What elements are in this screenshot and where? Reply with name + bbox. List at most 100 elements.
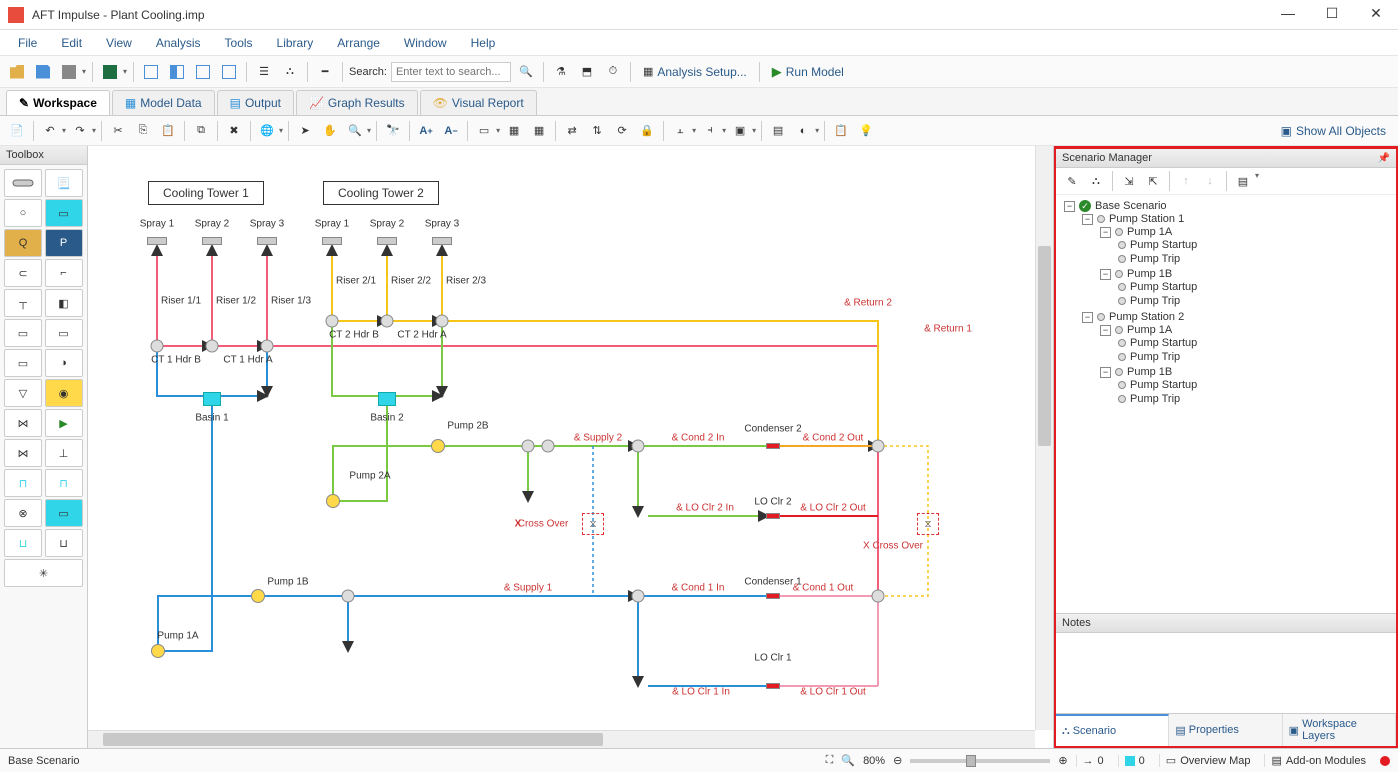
menu-help[interactable]: Help (461, 33, 506, 53)
node-ct2-hdra[interactable] (436, 315, 449, 328)
fit-icon[interactable]: ⛶ (826, 754, 834, 767)
node-basin-2[interactable] (378, 392, 396, 406)
search-input[interactable] (391, 62, 511, 82)
horizontal-scrollbar[interactable] (88, 730, 1035, 748)
zoom-dropdown[interactable]: ▾ (367, 126, 371, 135)
scrollbar-thumb[interactable] (103, 733, 603, 746)
tool-dead-end[interactable]: ⊔ (4, 529, 42, 557)
layout-2-button[interactable] (166, 61, 188, 83)
zoom-in-button[interactable]: ⊕ (1058, 754, 1067, 767)
tool-heat-exchanger[interactable]: ▭ (4, 349, 42, 377)
status-arrow-count[interactable]: → 0 (1076, 755, 1110, 767)
vertical-scrollbar[interactable] (1035, 146, 1053, 730)
node-crossover-1[interactable]: ⧖ (582, 513, 604, 535)
duplicate-button[interactable]: ⧉ (190, 120, 212, 142)
node-branch-2b[interactable] (522, 440, 535, 453)
tool-general[interactable]: ▭ (4, 319, 42, 347)
tool-surge-tank[interactable]: ▭ (45, 199, 83, 227)
node-cond1-in[interactable] (632, 590, 645, 603)
copy-button[interactable]: ⎘ (132, 120, 154, 142)
node-loclr-1[interactable] (766, 683, 780, 689)
excel-button[interactable] (99, 61, 121, 83)
tab-scenario[interactable]: ⛬Scenario (1056, 714, 1169, 746)
node-ct1-hdrb[interactable] (151, 340, 164, 353)
menu-window[interactable]: Window (394, 33, 457, 53)
minimize-button[interactable]: — (1274, 5, 1302, 25)
layout-1-button[interactable] (140, 61, 162, 83)
tree-node-base[interactable]: −✓Base Scenario −Pump Station 1 −Pump 1A… (1064, 199, 1392, 409)
show-all-objects-button[interactable]: ▣ Show All Objects (1275, 122, 1392, 140)
zoom-out-button[interactable]: ⊖ (893, 754, 902, 767)
tool-vacuum[interactable]: ▭ (45, 499, 83, 527)
collapse-all-button[interactable]: ⇱ (1143, 171, 1163, 191)
move-down-button[interactable]: ↓ (1200, 171, 1220, 191)
node-branch-1b[interactable] (342, 590, 355, 603)
pin-icon[interactable]: 📌 (1378, 153, 1390, 164)
tool-turbine[interactable]: ✳ (4, 559, 83, 587)
distribute-button[interactable]: ⫞ (699, 120, 721, 142)
tool-assigned-flow[interactable]: P (45, 229, 83, 257)
tree-node-ps2[interactable]: −Pump Station 2 −Pump 1A Pump Startup Pu… (1082, 310, 1392, 408)
notes-textarea[interactable] (1056, 633, 1396, 713)
globe-dropdown[interactable]: ▾ (279, 126, 283, 135)
node-pump-1b[interactable] (251, 589, 265, 603)
delete-button[interactable]: ✖ (223, 120, 245, 142)
tool-pump[interactable]: ◉ (45, 379, 83, 407)
print-dropdown[interactable]: ▾ (82, 67, 86, 76)
tab-properties[interactable]: ▤Properties (1169, 714, 1282, 746)
node-loclr-2[interactable] (766, 513, 780, 519)
lock-button[interactable]: 🔒 (636, 120, 658, 142)
tab-workspace-layers[interactable]: ▣Workspace Layers (1283, 714, 1396, 746)
tree-node-trip[interactable]: Pump Trip (1118, 350, 1392, 364)
node-cond1-out[interactable] (872, 590, 885, 603)
node-ct1-hdra[interactable] (261, 340, 274, 353)
node-spray-2-1[interactable] (322, 237, 342, 245)
cut-button[interactable]: ✂ (107, 120, 129, 142)
node-condenser-2[interactable] (766, 443, 780, 449)
tree-node-trip[interactable]: Pump Trip (1118, 294, 1392, 308)
tool-spray[interactable]: ▽ (4, 379, 42, 407)
tool-valve-green[interactable]: ▶ (45, 409, 83, 437)
overview-map-button[interactable]: ▭ Overview Map (1159, 754, 1257, 767)
new-scenario-button[interactable]: ✎ (1062, 171, 1082, 191)
node-crossover-2[interactable]: ⧖ (917, 513, 939, 535)
menu-analysis[interactable]: Analysis (146, 33, 211, 53)
node-spray-2-2[interactable] (377, 237, 397, 245)
tool-control-valve[interactable]: ⊗ (4, 499, 42, 527)
tool-relief[interactable]: ⊥ (45, 439, 83, 467)
scrollbar-thumb[interactable] (1038, 246, 1051, 446)
flip-v-button[interactable]: ⇅ (586, 120, 608, 142)
analysis-setup-button[interactable]: ▦ Analysis Setup... (637, 63, 753, 81)
node-pump-1a[interactable] (151, 644, 165, 658)
scenario-tree[interactable]: −✓Base Scenario −Pump Station 1 −Pump 1A… (1056, 195, 1396, 613)
align-left-button[interactable]: ⫠ (669, 120, 691, 142)
tool-pipe[interactable] (4, 169, 42, 197)
report-button[interactable]: 📋 (830, 120, 852, 142)
tool-screen[interactable]: ▭ (45, 319, 83, 347)
menu-library[interactable]: Library (267, 33, 324, 53)
paste-button[interactable]: 📋 (157, 120, 179, 142)
tool-annotation[interactable]: 📃 (45, 169, 83, 197)
excel-dropdown[interactable]: ▾ (123, 67, 127, 76)
status-box-count[interactable]: 0 (1118, 755, 1151, 767)
tree-node-startup[interactable]: Pump Startup (1118, 336, 1392, 350)
node-ct2-mid[interactable] (381, 315, 394, 328)
move-up-button[interactable]: ↑ (1176, 171, 1196, 191)
font-dec-button[interactable]: A− (440, 120, 462, 142)
collapse-icon[interactable]: − (1064, 201, 1075, 212)
tab-output[interactable]: ▤ Output (217, 90, 294, 115)
tab-graph-results[interactable]: 📈 Graph Results (296, 90, 418, 115)
tool-liquid-accum[interactable]: ⊓ (45, 469, 83, 497)
tool-assigned-pressure[interactable]: Q (4, 229, 42, 257)
search-go-button[interactable]: 🔍 (515, 61, 537, 83)
node-condenser-1[interactable] (766, 593, 780, 599)
flip-h-button[interactable]: ⇄ (561, 120, 583, 142)
tree-node-trip[interactable]: Pump Trip (1118, 252, 1392, 266)
tree-node-p1a-2[interactable]: −Pump 1A Pump Startup Pump Trip (1100, 323, 1392, 365)
transient-button[interactable]: ⬒ (576, 61, 598, 83)
pan-button[interactable]: ✋ (319, 120, 341, 142)
newpage-button[interactable]: 📄 (6, 120, 28, 142)
redo-dropdown[interactable]: ▾ (92, 126, 96, 135)
menu-tools[interactable]: Tools (215, 33, 263, 53)
node-spray-1-2[interactable] (202, 237, 222, 245)
